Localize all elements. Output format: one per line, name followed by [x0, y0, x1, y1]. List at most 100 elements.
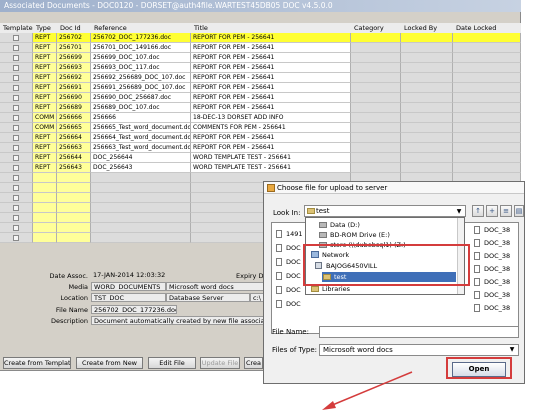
grid-cell[interactable]: [91, 223, 191, 233]
table-row[interactable]: REPT 256663 256663_Test_word_document.doc R…: [0, 143, 521, 153]
cell-reference[interactable]: 256691_256689_DOC_107.doc: [91, 83, 191, 93]
grid-cell[interactable]: [351, 103, 401, 113]
template-checkbox[interactable]: [13, 45, 19, 51]
template-cell[interactable]: [0, 173, 33, 183]
table-row[interactable]: REPT 256664 256664_Test_word_document.doc R…: [0, 133, 521, 143]
cell-title[interactable]: REPORT FOR PEM - 256641: [191, 43, 351, 53]
cell-title[interactable]: WORD TEMPLATE TEST - 256641: [191, 163, 351, 173]
grid-cell[interactable]: [401, 93, 453, 103]
cell-doc-id[interactable]: 256689: [57, 103, 91, 113]
template-checkbox[interactable]: [13, 145, 19, 151]
create-from-template-button[interactable]: Create from Template: [3, 357, 71, 369]
grid-cell[interactable]: [453, 103, 521, 113]
description-field[interactable]: Document automatically created by new fi…: [91, 316, 266, 325]
template-cell[interactable]: [0, 93, 33, 103]
grid-cell[interactable]: [57, 183, 91, 193]
cell-title[interactable]: REPORT FOR PEM - 256641: [191, 83, 351, 93]
grid-cell[interactable]: [453, 153, 521, 163]
template-cell[interactable]: [0, 233, 33, 243]
cell-title[interactable]: REPORT FOR PEM - 256641: [191, 93, 351, 103]
grid-cell[interactable]: [351, 63, 401, 73]
cell-type[interactable]: REPT: [33, 63, 57, 73]
grid-cell[interactable]: [453, 123, 521, 133]
template-checkbox[interactable]: [13, 65, 19, 71]
grid-cell[interactable]: [91, 183, 191, 193]
grid-cell[interactable]: [57, 223, 91, 233]
grid-cell[interactable]: [351, 133, 401, 143]
cell-doc-id[interactable]: 256699: [57, 53, 91, 63]
grid-cell[interactable]: [33, 193, 57, 203]
cell-doc-id[interactable]: 256666: [57, 113, 91, 123]
template-checkbox[interactable]: [13, 95, 19, 101]
cell-reference[interactable]: DOC_256643: [91, 163, 191, 173]
chevron-down-icon[interactable]: ▼: [507, 345, 517, 355]
grid-cell[interactable]: [401, 43, 453, 53]
cell-type[interactable]: REPT: [33, 83, 57, 93]
template-checkbox[interactable]: [13, 35, 19, 41]
up-one-level-button[interactable]: ↑: [472, 205, 484, 217]
cell-type[interactable]: REPT: [33, 163, 57, 173]
grid-cell[interactable]: [401, 133, 453, 143]
grid-cell[interactable]: [91, 193, 191, 203]
grid-cell[interactable]: [453, 113, 521, 123]
create-button-partial[interactable]: Crea: [244, 357, 263, 369]
template-checkbox[interactable]: [13, 115, 19, 121]
grid-cell[interactable]: [453, 133, 521, 143]
template-checkbox[interactable]: [13, 235, 19, 241]
table-row[interactable]: REPT 256692 256692_256689_DOC_107.doc REPOR…: [0, 73, 521, 83]
template-cell[interactable]: [0, 73, 33, 83]
grid-cell[interactable]: [453, 163, 521, 173]
cell-reference[interactable]: 256666: [91, 113, 191, 123]
grid-cell[interactable]: [401, 33, 453, 43]
grid-cell[interactable]: [351, 123, 401, 133]
grid-cell[interactable]: [57, 203, 91, 213]
grid-cell[interactable]: [351, 113, 401, 123]
cell-reference[interactable]: 256663_Test_word_document.doc: [91, 143, 191, 153]
table-row[interactable]: REPT 256644 DOC_256644 WORD TEMPLATE TEST -…: [0, 153, 521, 163]
grid-cell[interactable]: [351, 43, 401, 53]
grid-cell[interactable]: [91, 203, 191, 213]
cell-reference[interactable]: 256699_DOC_107.doc: [91, 53, 191, 63]
cell-title[interactable]: REPORT FOR PEM - 256641: [191, 73, 351, 83]
grid-cell[interactable]: [57, 193, 91, 203]
template-cell[interactable]: [0, 163, 33, 173]
cell-type[interactable]: REPT: [33, 143, 57, 153]
edit-file-button[interactable]: Edit File: [148, 357, 196, 369]
new-folder-button[interactable]: +: [486, 205, 498, 217]
cell-reference[interactable]: 256690_DOC_256687.doc: [91, 93, 191, 103]
template-checkbox[interactable]: [13, 85, 19, 91]
grid-cell[interactable]: [33, 233, 57, 243]
cell-reference[interactable]: 256665_Test_word_document.doc: [91, 123, 191, 133]
template-checkbox[interactable]: [13, 55, 19, 61]
template-checkbox[interactable]: [13, 205, 19, 211]
details-view-button[interactable]: ▤: [514, 205, 524, 217]
cell-doc-id[interactable]: 256690: [57, 93, 91, 103]
table-row[interactable]: REPT 256690 256690_DOC_256687.doc REPORT FO…: [0, 93, 521, 103]
grid-cell[interactable]: [57, 213, 91, 223]
column-header-category[interactable]: Category: [351, 23, 401, 33]
grid-cell[interactable]: [351, 93, 401, 103]
grid-cell[interactable]: [453, 63, 521, 73]
cell-reference[interactable]: DOC_256644: [91, 153, 191, 163]
grid-cell[interactable]: [401, 73, 453, 83]
table-row[interactable]: COMM 256665 256665_Test_word_document.doc C…: [0, 123, 521, 133]
grid-cell[interactable]: [401, 163, 453, 173]
grid-cell[interactable]: [33, 213, 57, 223]
column-header-template[interactable]: Template: [0, 23, 33, 33]
grid-cell[interactable]: [33, 173, 57, 183]
grid-cell[interactable]: [351, 53, 401, 63]
grid-cell[interactable]: [57, 233, 91, 243]
table-row[interactable]: REPT 256701 256701_DOC_149166.doc REPORT FO…: [0, 43, 521, 53]
template-checkbox[interactable]: [13, 225, 19, 231]
column-header-title[interactable]: Title: [191, 23, 351, 33]
cell-title[interactable]: REPORT FOR PEM - 256641: [191, 63, 351, 73]
cell-doc-id[interactable]: 256643: [57, 163, 91, 173]
grid-cell[interactable]: [91, 173, 191, 183]
cell-title[interactable]: REPORT FOR PEM - 256641: [191, 143, 351, 153]
location-field[interactable]: TST_DOC: [91, 293, 166, 302]
grid-cell[interactable]: [351, 163, 401, 173]
column-header-doc-id[interactable]: Doc Id: [57, 23, 91, 33]
grid-cell[interactable]: [453, 73, 521, 83]
cell-type[interactable]: REPT: [33, 73, 57, 83]
cell-doc-id[interactable]: 256691: [57, 83, 91, 93]
